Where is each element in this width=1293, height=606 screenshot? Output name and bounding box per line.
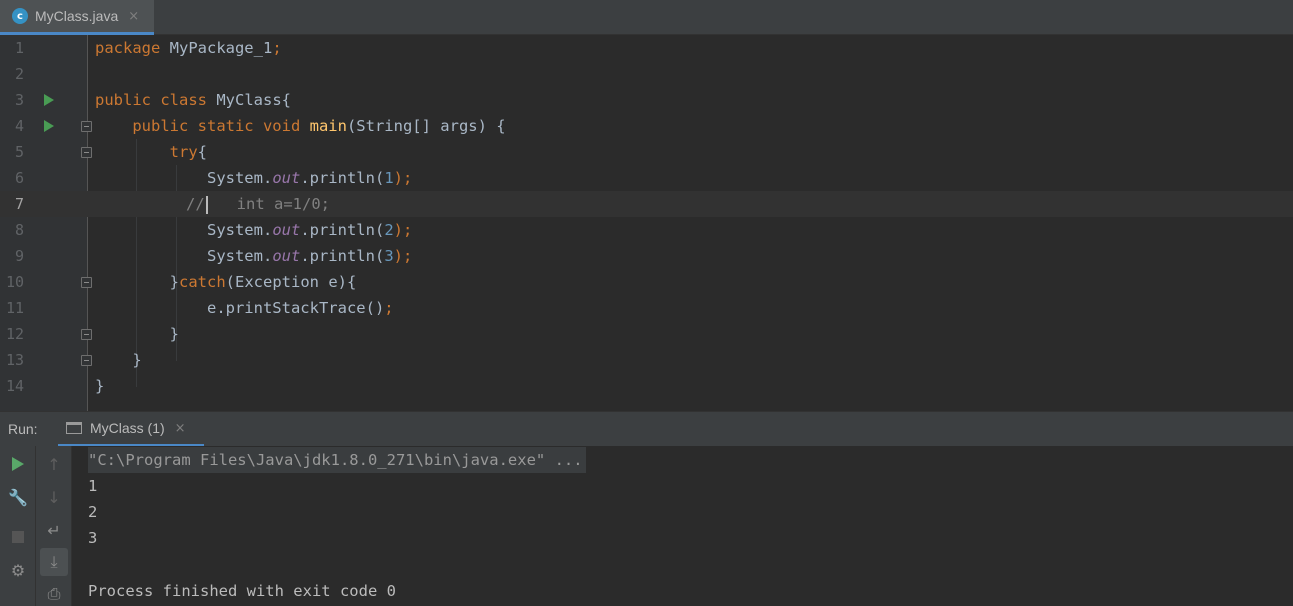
java-class-icon: c [12,8,28,24]
fold-icon[interactable] [81,329,92,340]
line-number: 13 [5,351,24,369]
code-line: 2 [0,61,1293,87]
code-line: 14 } [0,373,1293,399]
code-line: 12 } [0,321,1293,347]
line-number: 3 [14,91,24,109]
scroll-to-end-icon[interactable]: ⤓ [40,548,68,576]
run-tab-label: MyClass (1) [90,420,165,436]
line-number: 5 [14,143,24,161]
run-gutter-icon[interactable] [44,120,54,132]
code-line: 13 } [0,347,1293,373]
print-icon[interactable]: ⎙ [40,580,68,606]
run-console[interactable]: 🔧 ⚙ ↑ ↓ ↵ ⤓ ⎙ "C:\Program Files\Java\jdk… [0,446,1293,606]
code-text: } [95,377,105,395]
editor-tab-label: MyClass.java [35,8,119,24]
code-line-current: 7 // int a=1/0; [0,191,1293,217]
console-output-line: 1 [88,477,98,495]
code-line: 1 package MyPackage_1; [0,35,1293,61]
editor-tab-bar: c MyClass.java × [0,0,1293,35]
code-text: } [95,325,179,343]
line-number: 6 [14,169,24,187]
code-line: 8 System.out.println(2); [0,217,1293,243]
code-line: 9 System.out.println(3); [0,243,1293,269]
fold-icon[interactable] [81,355,92,366]
line-number: 12 [5,325,24,343]
line-number: 11 [5,299,24,317]
line-number: 14 [5,377,24,395]
up-arrow-icon[interactable]: ↑ [40,450,68,478]
stop-icon[interactable] [4,523,32,551]
code-line: 11 e.printStackTrace(); [0,295,1293,321]
code-text: package MyPackage_1; [95,39,282,57]
run-label: Run: [8,421,38,437]
soft-wrap-icon[interactable]: ↵ [40,516,68,544]
line-number: 2 [14,65,24,83]
line-number: 8 [14,221,24,239]
code-line: 6 System.out.println(1); [0,165,1293,191]
close-icon[interactable]: × [128,9,139,24]
line-number: 1 [14,39,24,57]
console-exit-message: Process finished with exit code 0 [88,582,396,600]
code-text: try{ [169,143,207,161]
code-text: } [95,351,142,369]
text-caret [205,195,208,214]
code-text: public static void main(String[] args) { [132,117,506,135]
code-text: System.out.println(2); [95,221,413,239]
run-toolbar-secondary: ↑ ↓ ↵ ⤓ ⎙ [36,446,72,606]
down-arrow-icon[interactable]: ↓ [40,483,68,511]
run-tab-myclass[interactable]: MyClass (1) × [58,412,204,447]
console-output-line: 3 [88,529,98,547]
code-line: 5 try{ [0,139,1293,165]
run-gutter-icon[interactable] [44,94,54,106]
console-command-line: "C:\Program Files\Java\jdk1.8.0_271\bin\… [88,447,586,473]
code-line: 10 }catch(Exception e){ [0,269,1293,295]
editor-tab-myclass[interactable]: c MyClass.java × [0,0,154,35]
code-text: System.out.println(1); [95,169,413,187]
fold-icon[interactable] [81,277,92,288]
code-line: 3 public class MyClass{ [0,87,1293,113]
line-number: 7 [14,195,24,213]
code-editor[interactable]: 1 package MyPackage_1; 2 3 public class … [0,35,1293,411]
code-line: 4 public static void main(String[] args)… [0,113,1293,139]
run-toolbar-primary: 🔧 ⚙ [0,446,36,606]
code-text: e.printStackTrace(); [95,299,394,317]
line-number: 4 [14,117,24,135]
wrench-icon[interactable]: 🔧 [4,483,32,511]
line-number: 10 [5,273,24,291]
rerun-icon[interactable] [4,450,32,478]
run-tool-window-header: Run: MyClass (1) × [0,411,1293,447]
fold-icon[interactable] [81,121,92,132]
console-icon [66,422,82,434]
settings-icon[interactable]: ⚙ [4,556,32,584]
line-number: 9 [14,247,24,265]
code-text: }catch(Exception e){ [95,273,357,291]
code-text-comment: // int a=1/0; [186,195,330,214]
close-icon[interactable]: × [175,421,186,436]
console-output-line: 2 [88,503,98,521]
code-text: public class MyClass{ [95,91,291,109]
code-text: System.out.println(3); [95,247,413,265]
fold-icon[interactable] [81,147,92,158]
